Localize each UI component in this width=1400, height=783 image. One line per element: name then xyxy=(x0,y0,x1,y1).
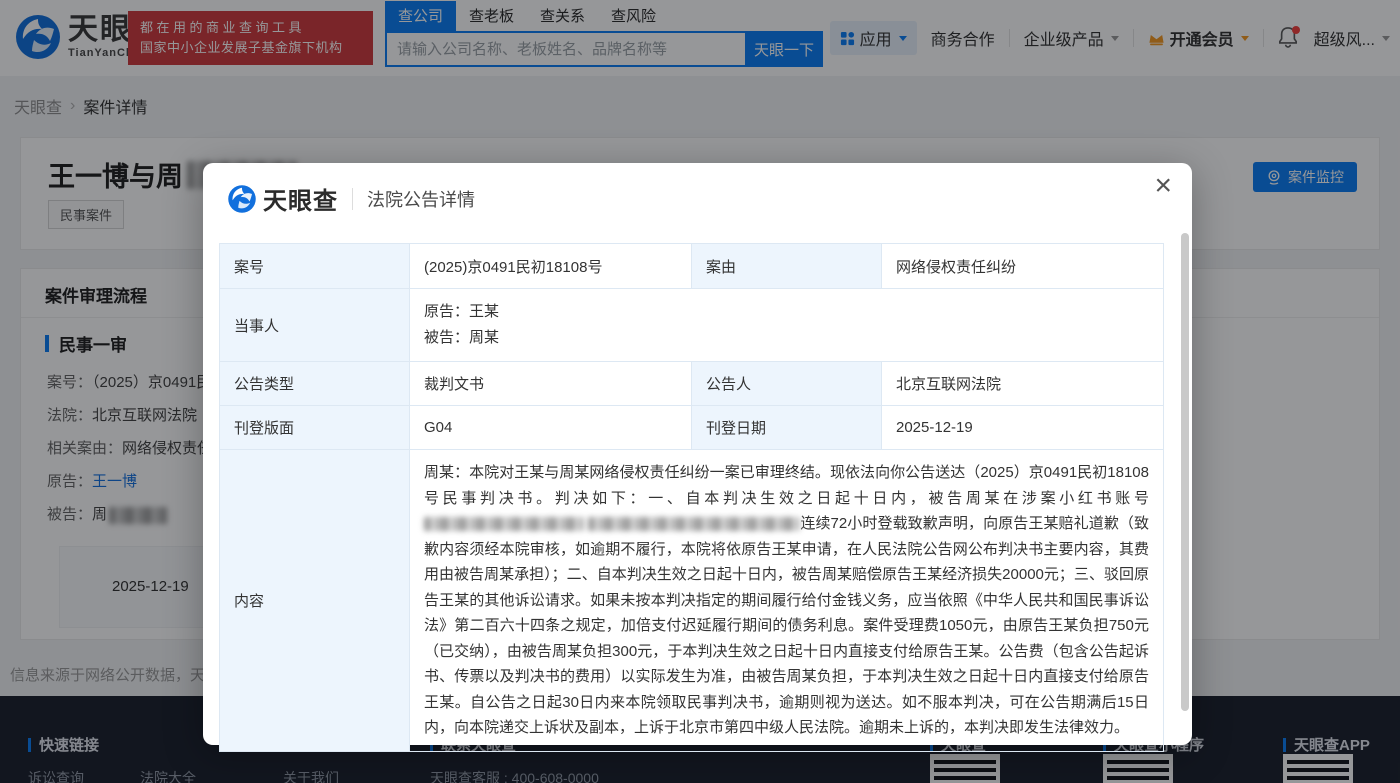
announcement-table: 案号 (2025)京0491民初18108号 案由 网络侵权责任纠纷 当事人 原… xyxy=(219,243,1164,752)
content-text-part2: 连续72小时登载致歉声明，向原告王某赔礼道歉（致歉内容须经本院审核，如逾期不履行… xyxy=(424,515,1149,736)
page: 天眼查 TianYanCha.com 都在用的商业查询工具 国家中小企业发展子基… xyxy=(0,0,1400,783)
content-value: 周某：本院对王某与周某网络侵权责任纠纷一案已审理终结。现依法向你公告送达（202… xyxy=(410,450,1164,752)
cause-label: 案由 xyxy=(692,244,882,289)
tianyancha-swirl-icon xyxy=(227,184,257,214)
redacted-account xyxy=(424,517,584,531)
date-value: 2025-12-19 xyxy=(882,406,1164,450)
table-row: 公告类型 裁判文书 公告人 北京互联网法院 xyxy=(220,362,1164,406)
party-value: 原告：王某 被告：周某 xyxy=(410,289,1164,362)
table-row: 内容 周某：本院对王某与周某网络侵权责任纠纷一案已审理终结。现依法向你公告送达（… xyxy=(220,450,1164,752)
modal-scrollbar[interactable] xyxy=(1181,233,1189,711)
table-row: 案号 (2025)京0491民初18108号 案由 网络侵权责任纠纷 xyxy=(220,244,1164,289)
party-label: 当事人 xyxy=(220,289,410,362)
announcer-label: 公告人 xyxy=(692,362,882,406)
case-no-value: (2025)京0491民初18108号 xyxy=(410,244,692,289)
page-label: 刊登版面 xyxy=(220,406,410,450)
date-label: 刊登日期 xyxy=(692,406,882,450)
modal-brand: 天眼查 xyxy=(263,181,338,216)
modal-header: 天眼查 法院公告详情 xyxy=(227,181,475,216)
cause-value: 网络侵权责任纠纷 xyxy=(882,244,1164,289)
content-label: 内容 xyxy=(220,450,410,752)
divider xyxy=(352,188,353,210)
court-announcement-modal: 天眼查 法院公告详情 × 案号 (2025)京0491民初18108号 案由 网… xyxy=(203,163,1192,745)
plaintiff-line: 原告：王某 xyxy=(424,299,1149,325)
type-value: 裁判文书 xyxy=(410,362,692,406)
redacted-account xyxy=(588,517,800,531)
table-row: 刊登版面 G04 刊登日期 2025-12-19 xyxy=(220,406,1164,450)
modal-title: 法院公告详情 xyxy=(367,186,475,212)
page-value: G04 xyxy=(410,406,692,450)
defendant-line: 被告：周某 xyxy=(424,325,1149,351)
table-row: 当事人 原告：王某 被告：周某 xyxy=(220,289,1164,362)
type-label: 公告类型 xyxy=(220,362,410,406)
announcer-value: 北京互联网法院 xyxy=(882,362,1164,406)
close-icon[interactable]: × xyxy=(1154,171,1172,201)
content-text-part1: 周某：本院对王某与周某网络侵权责任纠纷一案已审理终结。现依法向你公告送达（202… xyxy=(424,464,1149,507)
case-no-label: 案号 xyxy=(220,244,410,289)
